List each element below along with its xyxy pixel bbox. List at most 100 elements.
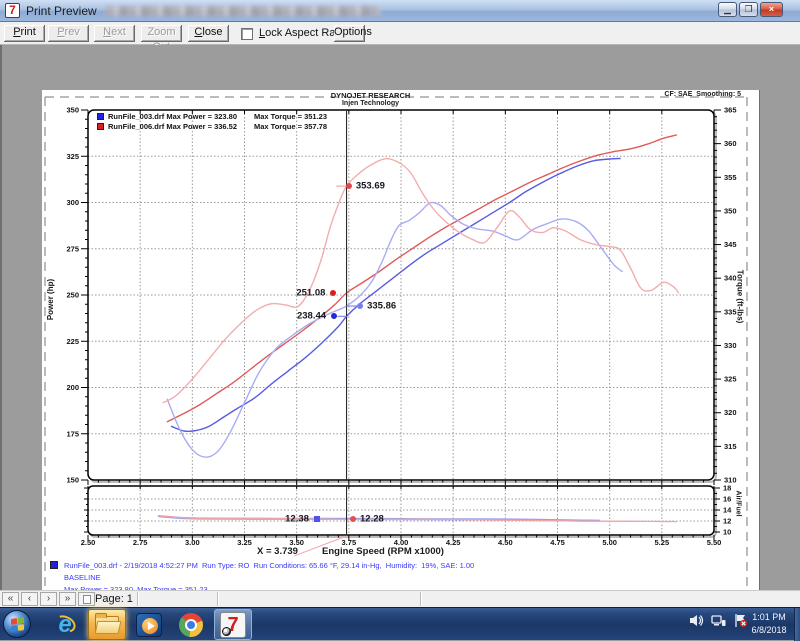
title-bar[interactable]: 7 Print Preview ▁ ❐ × [0, 0, 800, 22]
start-button[interactable] [3, 610, 31, 638]
power-axis-title: Power (hp) [46, 279, 55, 320]
power-tick-label: 225 [66, 337, 79, 346]
run-swatch [50, 561, 58, 569]
preview-area: 2.502.753.003.253.503.754.004.254.504.75… [0, 45, 800, 590]
power-tick-label: 250 [66, 291, 79, 300]
minimize-button[interactable]: ▁ [718, 2, 737, 17]
options-button[interactable]: Options [334, 25, 365, 42]
internet-explorer-icon[interactable]: e [46, 609, 84, 640]
speaker-icon[interactable] [689, 613, 704, 628]
taskbar: e 7 1:01 PM 6/8/201 [0, 607, 800, 640]
zoom-out-button: Zoom Out [141, 25, 182, 42]
x-tick-label: 4.75 [550, 538, 565, 547]
taskbar-clock[interactable]: 1:01 PM 6/8/2018 [746, 611, 792, 637]
page-setup-icon[interactable] [78, 592, 95, 606]
torque-tick-label: 315 [724, 442, 737, 451]
annotation-marker [331, 313, 337, 319]
statusbar-divider [217, 592, 219, 606]
folder-icon [95, 616, 119, 633]
torque-tick-label: 320 [724, 408, 737, 417]
chart-header-company: DYNOJET RESEARCH [42, 91, 699, 100]
show-desktop-button[interactable] [794, 608, 800, 641]
lock-aspect-ratio-checkbox[interactable] [241, 28, 253, 40]
legend-row: RunFile_006.drf Max Power = 336.52Max To… [97, 122, 327, 132]
power-tick-label: 275 [66, 244, 79, 253]
clock-time: 1:01 PM [746, 611, 792, 624]
print-button[interactable]: Print [4, 25, 45, 42]
annotation-value: 335.86 [367, 301, 396, 312]
statusbar-divider [420, 592, 422, 606]
legend-file-power: RunFile_006.drf Max Power = 336.52 [108, 122, 254, 131]
first-page-button[interactable]: « [2, 592, 19, 606]
file-explorer-icon[interactable] [88, 609, 126, 640]
af-tick-label: 18 [723, 484, 731, 493]
x-tick-label: 4.25 [446, 538, 461, 547]
status-bar: « ‹ › » Page: 1 [0, 590, 800, 607]
x-axis-title: Engine Speed (RPM x1000) [322, 546, 444, 557]
winpep7-app-icon[interactable]: 7 [214, 609, 252, 640]
torque-axis-title: Torque (ft-lbs) [736, 267, 745, 327]
power-tick-label: 325 [66, 152, 79, 161]
x-tick-label: 5.25 [655, 538, 670, 547]
af-tick-label: 14 [723, 506, 732, 515]
close-window-button[interactable]: × [760, 2, 783, 17]
legend-torque: Max Torque = 351.23 [254, 112, 327, 121]
annotation-value: 12.38 [285, 513, 309, 524]
chrome-icon[interactable] [172, 609, 210, 640]
next-page-button[interactable]: › [40, 592, 57, 606]
run-info-line2: BASELINE [64, 572, 474, 584]
media-player-icon[interactable] [130, 609, 168, 640]
toolbar: PrintPrevNextZoom OutClose Lock Aspect R… [0, 22, 800, 45]
chart-legend: RunFile_003.drf Max Power = 323.80Max To… [97, 112, 327, 131]
x-tick-label: 2.75 [133, 538, 148, 547]
legend-row: RunFile_003.drf Max Power = 323.80Max To… [97, 112, 327, 122]
torque-tick-label: 330 [724, 341, 737, 350]
torque-tick-label: 345 [724, 240, 737, 249]
prev-button: Prev [48, 25, 89, 42]
network-icon[interactable] [711, 613, 726, 628]
cursor-x-value: X = 3.739 [257, 546, 298, 557]
close-button[interactable]: Close [188, 25, 229, 42]
legend-file-power: RunFile_003.drf Max Power = 323.80 [108, 112, 254, 121]
preview-page: 2.502.753.003.253.503.754.004.254.504.75… [42, 90, 760, 633]
x-tick-label: 3.25 [237, 538, 252, 547]
window-title: Print Preview [26, 4, 97, 18]
correction-factor-note: CF: SAE Smoothing: 5 [664, 91, 741, 98]
af-tick-label: 12 [723, 517, 731, 526]
power-tick-label: 175 [66, 429, 79, 438]
annotation-marker [357, 303, 363, 309]
annotation-value: 238.44 [297, 311, 326, 322]
annotation-marker [314, 516, 320, 522]
x-tick-label: 3.00 [185, 538, 200, 547]
windows-logo-icon [11, 617, 24, 632]
annotation-value: 353.69 [356, 181, 385, 192]
page-number-label: Page: 1 [95, 593, 133, 605]
clock-date: 6/8/2018 [746, 624, 792, 637]
torque-tick-label: 325 [724, 375, 737, 384]
torque-tick-label: 350 [724, 206, 737, 215]
last-page-button[interactable]: » [59, 592, 76, 606]
statusbar-divider [137, 592, 139, 606]
prev-page-button[interactable]: ‹ [21, 592, 38, 606]
af-tick-label: 10 [723, 528, 731, 537]
app-icon: 7 [5, 3, 20, 18]
x-tick-label: 5.50 [707, 538, 722, 547]
annotation-value: 12.28 [360, 514, 384, 525]
chart-header-shop: Injen Technology [42, 100, 699, 107]
next-button: Next [94, 25, 135, 42]
power-tick-label: 150 [66, 476, 79, 485]
legend-swatch [97, 123, 104, 130]
power-tick-label: 300 [66, 198, 79, 207]
x-tick-label: 4.50 [498, 538, 513, 547]
torque-tick-label: 355 [724, 173, 737, 182]
legend-swatch [97, 113, 104, 120]
annotation-value: 251.08 [296, 288, 325, 299]
af-axis-title: Air/Fuel [735, 491, 742, 531]
system-tray [689, 613, 748, 628]
print-preview-window: 7 Print Preview ▁ ❐ × PrintPrev Next Zoom … [0, 0, 800, 640]
torque-tick-label: 360 [724, 139, 737, 148]
maximize-button[interactable]: ❐ [739, 2, 758, 17]
soccer-ball-icon [222, 627, 231, 636]
torque-tick-label: 365 [724, 106, 737, 115]
run-info-line1: RunFile_003.drf - 2/19/2018 4:52:27 PM R… [64, 560, 474, 572]
